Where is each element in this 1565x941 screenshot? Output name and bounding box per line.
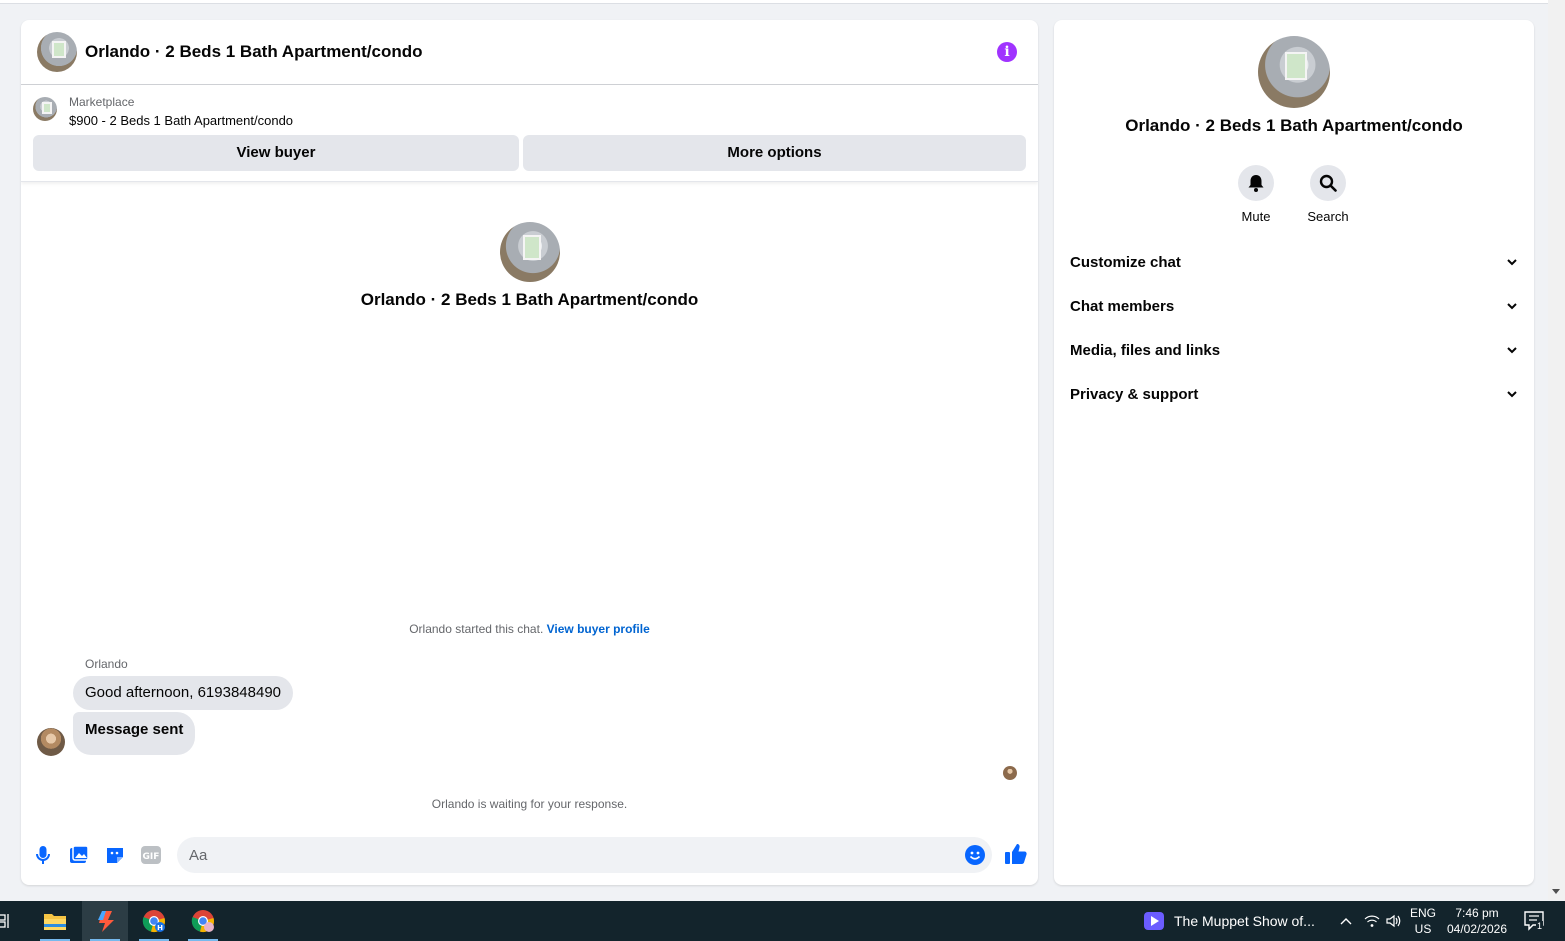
chevron-up-icon[interactable] [1336,901,1356,941]
section-media-files-links[interactable]: Media, files and links [1054,328,1534,372]
listing-thumbnail[interactable] [33,97,57,121]
section-privacy-support[interactable]: Privacy & support [1054,372,1534,416]
windows-taskbar: H The Muppet Show of... ENG US 7:46 pm 0… [0,901,1565,941]
language-indicator[interactable]: ENG US [1406,901,1440,941]
seen-indicator-avatar [1003,766,1017,780]
intro-avatar [500,222,560,282]
sender-name: Orlando [85,657,128,671]
browser-top-edge [0,0,1565,4]
svg-text:H: H [157,924,163,932]
chat-title[interactable]: Orlando · 2 Beds 1 Bath Apartment/condo [85,42,423,62]
mute-label: Mute [1241,209,1271,224]
chevron-down-icon [1507,347,1517,354]
page-scrollbar[interactable] [1548,0,1565,900]
sticker-icon[interactable] [103,843,127,867]
section-label: Customize chat [1070,253,1181,271]
chevron-down-icon [1507,259,1517,266]
speaker-icon[interactable] [1384,901,1404,941]
task-view-icon[interactable] [0,901,18,941]
notification-count: 1 [1536,921,1544,932]
mute-button[interactable]: Mute [1226,165,1286,224]
section-label: Media, files and links [1070,341,1221,359]
search-label: Search [1307,209,1349,224]
media-title: The Muppet Show of... [1174,913,1315,929]
message-bubble[interactable]: Message sent [73,712,196,755]
section-label: Chat members [1070,297,1175,315]
language-code: ENG [1409,906,1436,920]
chevron-down-icon [1507,391,1517,398]
chat-header: Orlando · 2 Beds 1 Bath Apartment/condo … [21,20,1038,85]
sender-avatar[interactable] [37,728,65,756]
chat-info-sidebar: Orlando · 2 Beds 1 Bath Apartment/condo … [1054,20,1534,885]
microphone-icon[interactable] [31,843,55,867]
listing-source: Marketplace [69,95,135,109]
search-icon [1310,165,1346,201]
file-explorer-icon[interactable] [32,901,78,941]
scroll-down-arrow-icon[interactable] [1552,889,1560,894]
pinned-app-icon[interactable] [82,901,128,941]
svg-text:GIF: GIF [143,852,160,862]
sidebar-avatar[interactable] [1258,36,1330,108]
gif-icon[interactable]: GIF [139,843,163,867]
chrome-profile-icon[interactable] [180,901,226,941]
info-icon[interactable]: i [997,42,1017,62]
chat-started-notice: Orlando started this chat. View buyer pr… [21,622,1038,636]
waiting-notice: Orlando is waiting for your response. [431,797,628,811]
view-buyer-profile-link[interactable]: View buyer profile [547,622,650,636]
photo-icon[interactable] [67,843,91,867]
message-composer: GIF [21,835,1038,875]
chrome-profile-h-icon[interactable]: H [131,901,177,941]
section-chat-members[interactable]: Chat members [1054,284,1534,328]
taskbar-clock[interactable]: 7:46 pm 04/02/2026 [1444,901,1510,941]
view-buyer-button[interactable]: View buyer [33,135,519,171]
chevron-down-icon [1507,303,1517,310]
thumbs-up-icon[interactable] [1004,842,1030,868]
clock-date: 04/02/2026 [1446,922,1508,936]
media-play-icon [1144,912,1164,930]
emoji-icon[interactable] [965,845,985,865]
search-button[interactable]: Search [1298,165,1358,224]
marketplace-listing-banner: Marketplace $900 - 2 Beds 1 Bath Apartme… [21,85,1038,182]
listing-price: $900 - 2 Beds 1 Bath Apartment/condo [69,113,294,128]
section-label: Privacy & support [1070,385,1199,403]
taskbar-media-widget[interactable]: The Muppet Show of... [1144,901,1315,941]
chat-panel: Orlando · 2 Beds 1 Bath Apartment/condo … [21,20,1038,885]
region-code: US [1414,922,1432,936]
chat-avatar[interactable] [37,32,77,72]
message-bubble[interactable]: Good afternoon, 6193848490 [73,676,294,710]
bell-icon [1238,165,1274,201]
more-options-button[interactable]: More options [523,135,1026,171]
clock-time: 7:46 pm [1455,906,1499,920]
sidebar-title: Orlando · 2 Beds 1 Bath Apartment/condo [1125,116,1463,135]
section-customize-chat[interactable]: Customize chat [1054,240,1534,284]
message-input[interactable] [177,837,992,873]
wifi-icon[interactable] [1362,901,1382,941]
intro-title: Orlando · 2 Beds 1 Bath Apartment/condo [360,290,699,309]
notification-center-icon[interactable]: 1 [1520,901,1550,941]
chat-started-text: Orlando started this chat. [409,622,544,636]
